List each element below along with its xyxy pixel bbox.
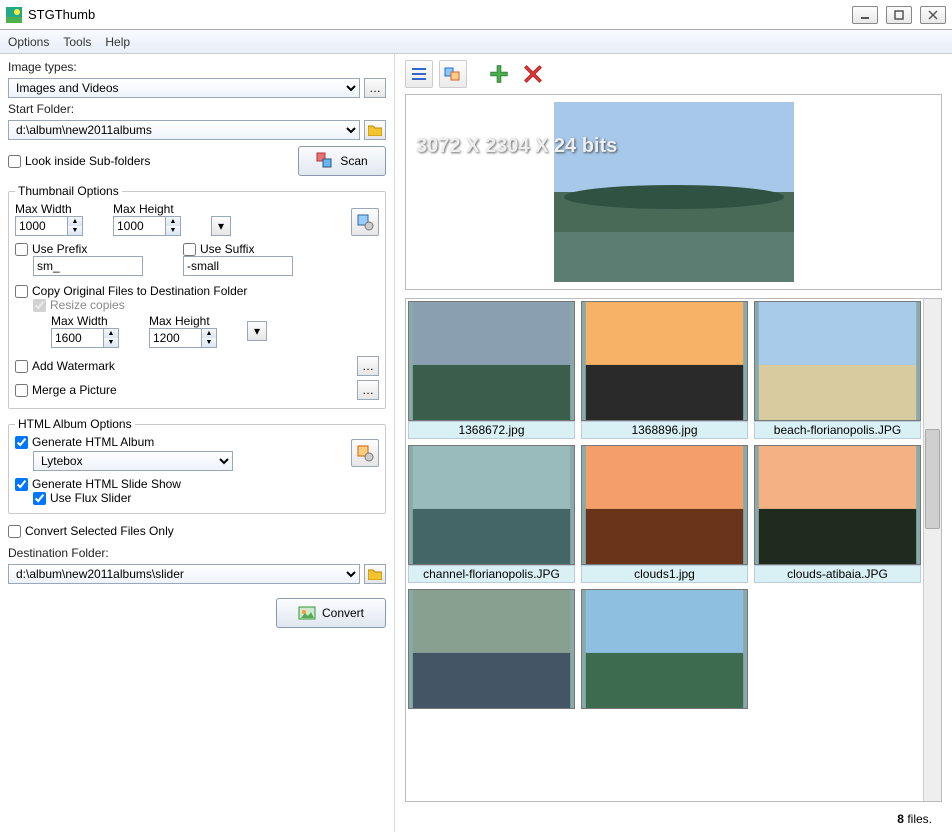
thumbnail-item[interactable]: beach-florianopolis.JPG bbox=[754, 301, 921, 439]
album-type-select[interactable]: Lytebox bbox=[33, 451, 233, 471]
thumbnail-item[interactable]: clouds-atibaia.JPG bbox=[754, 445, 921, 583]
thumb-settings-button[interactable] bbox=[351, 208, 379, 236]
scan-button[interactable]: Scan bbox=[298, 146, 386, 176]
remove-button[interactable] bbox=[519, 60, 547, 88]
copy-maxw-input[interactable]: ▲▼ bbox=[51, 328, 119, 348]
start-folder-select[interactable]: d:\album\new2011albums bbox=[8, 120, 360, 140]
preview-image bbox=[554, 102, 794, 282]
title-bar: STGThumb bbox=[0, 0, 952, 30]
thumbnail-options-group: Thumbnail Options Max Width ▲▼ Max Heigh… bbox=[8, 184, 386, 409]
browse-start-folder-button[interactable] bbox=[364, 120, 386, 140]
window-title: STGThumb bbox=[28, 7, 844, 22]
thumbnails-icon bbox=[444, 65, 462, 83]
browse-dest-folder-button[interactable] bbox=[364, 564, 386, 584]
folder-icon bbox=[368, 124, 382, 136]
thumbnail-grid: 1368672.jpg 1368896.jpg beach-florianopoli… bbox=[406, 299, 923, 801]
thumbnail-item[interactable] bbox=[581, 589, 748, 727]
html-album-group: HTML Album Options Generate HTML Album L… bbox=[8, 417, 386, 514]
gen-slide-check[interactable]: Generate HTML Slide Show bbox=[15, 477, 379, 491]
copy-orig-check[interactable]: Copy Original Files to Destination Folde… bbox=[15, 284, 379, 298]
thumb-maxh-input[interactable]: ▲▼ bbox=[113, 216, 181, 236]
thumbnail-caption: 1368896.jpg bbox=[581, 421, 748, 439]
menu-bar: Options Tools Help bbox=[0, 30, 952, 54]
list-icon bbox=[410, 65, 428, 83]
add-watermark-check[interactable]: Add Watermark bbox=[15, 359, 115, 373]
thumbnail-grid-wrap: 1368672.jpg 1368896.jpg beach-florianopoli… bbox=[405, 298, 942, 802]
thumb-link-dropdown[interactable]: ▾ bbox=[211, 216, 231, 236]
gear-icon bbox=[356, 444, 374, 462]
convert-selected-check[interactable]: Convert Selected Files Only bbox=[8, 524, 386, 538]
copy-maxh-label: Max Height bbox=[149, 314, 217, 328]
thumbnail-caption: channel-florianopolis.JPG bbox=[408, 565, 575, 583]
html-album-legend: HTML Album Options bbox=[15, 417, 135, 431]
convert-icon bbox=[298, 606, 316, 620]
thumbnail-item[interactable] bbox=[408, 589, 575, 727]
list-view-button[interactable] bbox=[405, 60, 433, 88]
start-folder-label: Start Folder: bbox=[8, 102, 386, 116]
thumbnail-caption: clouds1.jpg bbox=[581, 565, 748, 583]
thumbnail-caption: beach-florianopolis.JPG bbox=[754, 421, 921, 439]
maximize-button[interactable] bbox=[886, 6, 912, 24]
folder-icon bbox=[368, 568, 382, 580]
convert-button[interactable]: Convert bbox=[276, 598, 386, 628]
app-icon bbox=[6, 7, 22, 23]
copy-maxw-label: Max Width bbox=[51, 314, 119, 328]
thumbnail-item[interactable]: 1368896.jpg bbox=[581, 301, 748, 439]
thumbnail-caption: clouds-atibaia.JPG bbox=[754, 565, 921, 583]
gen-album-check[interactable]: Generate HTML Album bbox=[15, 435, 347, 449]
scan-icon bbox=[316, 152, 334, 170]
preview-dimensions: 3072 X 2304 X 24 bits bbox=[416, 135, 617, 158]
close-button[interactable] bbox=[920, 6, 946, 24]
plus-icon bbox=[488, 63, 510, 85]
add-button[interactable] bbox=[485, 60, 513, 88]
image-types-select[interactable]: Images and Videos bbox=[8, 78, 360, 98]
look-sub-check[interactable]: Look inside Sub-folders bbox=[8, 154, 150, 168]
merge-more-button[interactable]: … bbox=[357, 380, 379, 400]
copy-link-dropdown[interactable]: ▾ bbox=[247, 321, 267, 341]
thumbnail-options-legend: Thumbnail Options bbox=[15, 184, 122, 198]
suffix-input[interactable] bbox=[183, 256, 293, 276]
prefix-input[interactable] bbox=[33, 256, 143, 276]
status-bar: 8 files. bbox=[401, 806, 946, 832]
toolbar bbox=[401, 60, 946, 94]
preview-area: 3072 X 2304 X 24 bits bbox=[405, 94, 942, 290]
dest-folder-label: Destination Folder: bbox=[8, 546, 386, 560]
image-types-label: Image types: bbox=[8, 60, 386, 74]
merge-pic-check[interactable]: Merge a Picture bbox=[15, 383, 117, 397]
settings-panel: Image types: Images and Videos … Start F… bbox=[0, 54, 395, 832]
x-icon bbox=[522, 63, 544, 85]
gear-icon bbox=[356, 213, 374, 231]
image-types-more-button[interactable]: … bbox=[364, 78, 386, 98]
minimize-button[interactable] bbox=[852, 6, 878, 24]
thumbnail-caption: 1368672.jpg bbox=[408, 421, 575, 439]
resize-copies-check[interactable]: Resize copies bbox=[33, 298, 379, 312]
thumb-maxw-label: Max Width bbox=[15, 202, 83, 216]
thumb-maxh-label: Max Height bbox=[113, 202, 181, 216]
use-suffix-check[interactable]: Use Suffix bbox=[183, 242, 293, 256]
copy-maxh-input[interactable]: ▲▼ bbox=[149, 328, 217, 348]
look-sub-checkbox[interactable] bbox=[8, 155, 21, 168]
menu-options[interactable]: Options bbox=[8, 35, 49, 49]
album-settings-button[interactable] bbox=[351, 439, 379, 467]
vertical-scrollbar[interactable] bbox=[923, 299, 941, 801]
thumbnail-item[interactable]: channel-florianopolis.JPG bbox=[408, 445, 575, 583]
dest-folder-select[interactable]: d:\album\new2011albums\slider bbox=[8, 564, 360, 584]
preview-panel: 3072 X 2304 X 24 bits 1368672.jpg 1368896… bbox=[395, 54, 952, 832]
watermark-more-button[interactable]: … bbox=[357, 356, 379, 376]
thumbnail-item[interactable]: clouds1.jpg bbox=[581, 445, 748, 583]
thumbnail-item[interactable]: 1368672.jpg bbox=[408, 301, 575, 439]
thumb-view-button[interactable] bbox=[439, 60, 467, 88]
use-prefix-check[interactable]: Use Prefix bbox=[15, 242, 143, 256]
menu-help[interactable]: Help bbox=[105, 35, 130, 49]
menu-tools[interactable]: Tools bbox=[63, 35, 91, 49]
use-flux-check[interactable]: Use Flux Slider bbox=[33, 491, 379, 505]
file-count: 8 bbox=[897, 812, 904, 826]
thumb-maxw-input[interactable]: ▲▼ bbox=[15, 216, 83, 236]
